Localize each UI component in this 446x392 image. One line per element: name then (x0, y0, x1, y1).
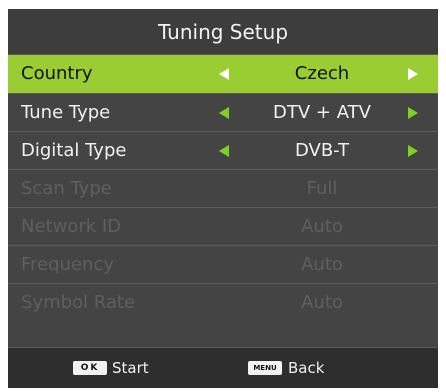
arrow-right-icon[interactable] (408, 68, 418, 80)
settings-list: Country Czech Tune Type DTV + ATV Digita… (8, 55, 438, 321)
setting-digital-type[interactable]: Digital Type DVB-T (8, 131, 438, 169)
setting-frequency: Frequency Auto (8, 245, 438, 283)
setting-label: Symbol Rate (21, 292, 136, 313)
setting-label: Tune Type (21, 102, 111, 123)
setting-value: Auto (301, 292, 343, 313)
setting-value: Auto (301, 216, 343, 237)
arrow-left-icon[interactable] (219, 68, 229, 80)
arrow-left-icon[interactable] (219, 145, 229, 157)
arrow-right-icon[interactable] (408, 107, 418, 119)
setting-value: DVB-T (294, 140, 350, 161)
back-hint: Back (288, 359, 325, 377)
setting-scan-type: Scan Type Full (8, 169, 438, 207)
menu-key-icon[interactable]: MENU (248, 361, 282, 375)
arrow-left-icon[interactable] (219, 107, 229, 119)
setting-label: Country (21, 63, 93, 84)
setting-label: Digital Type (21, 140, 127, 161)
tuning-setup-dialog: Tuning Setup Country Czech Tune Type DTV… (8, 9, 438, 388)
setting-country[interactable]: Country Czech (8, 55, 438, 93)
footer-hints: OK Start MENU Back (8, 347, 438, 388)
start-hint: Start (112, 359, 149, 377)
setting-value: Full (306, 178, 338, 199)
setting-value: Czech (294, 63, 350, 84)
setting-label: Scan Type (21, 178, 112, 199)
setting-label: Network ID (21, 216, 122, 237)
ok-key-icon[interactable]: OK (73, 361, 107, 375)
setting-value: Auto (301, 254, 343, 275)
setting-symbol-rate: Symbol Rate Auto (8, 283, 438, 321)
setting-value: DTV + ATV (273, 102, 371, 123)
setting-network-id: Network ID Auto (8, 207, 438, 245)
setting-label: Frequency (21, 254, 114, 275)
arrow-right-icon[interactable] (408, 145, 418, 157)
dialog-title: Tuning Setup (8, 9, 438, 55)
setting-tune-type[interactable]: Tune Type DTV + ATV (8, 93, 438, 131)
